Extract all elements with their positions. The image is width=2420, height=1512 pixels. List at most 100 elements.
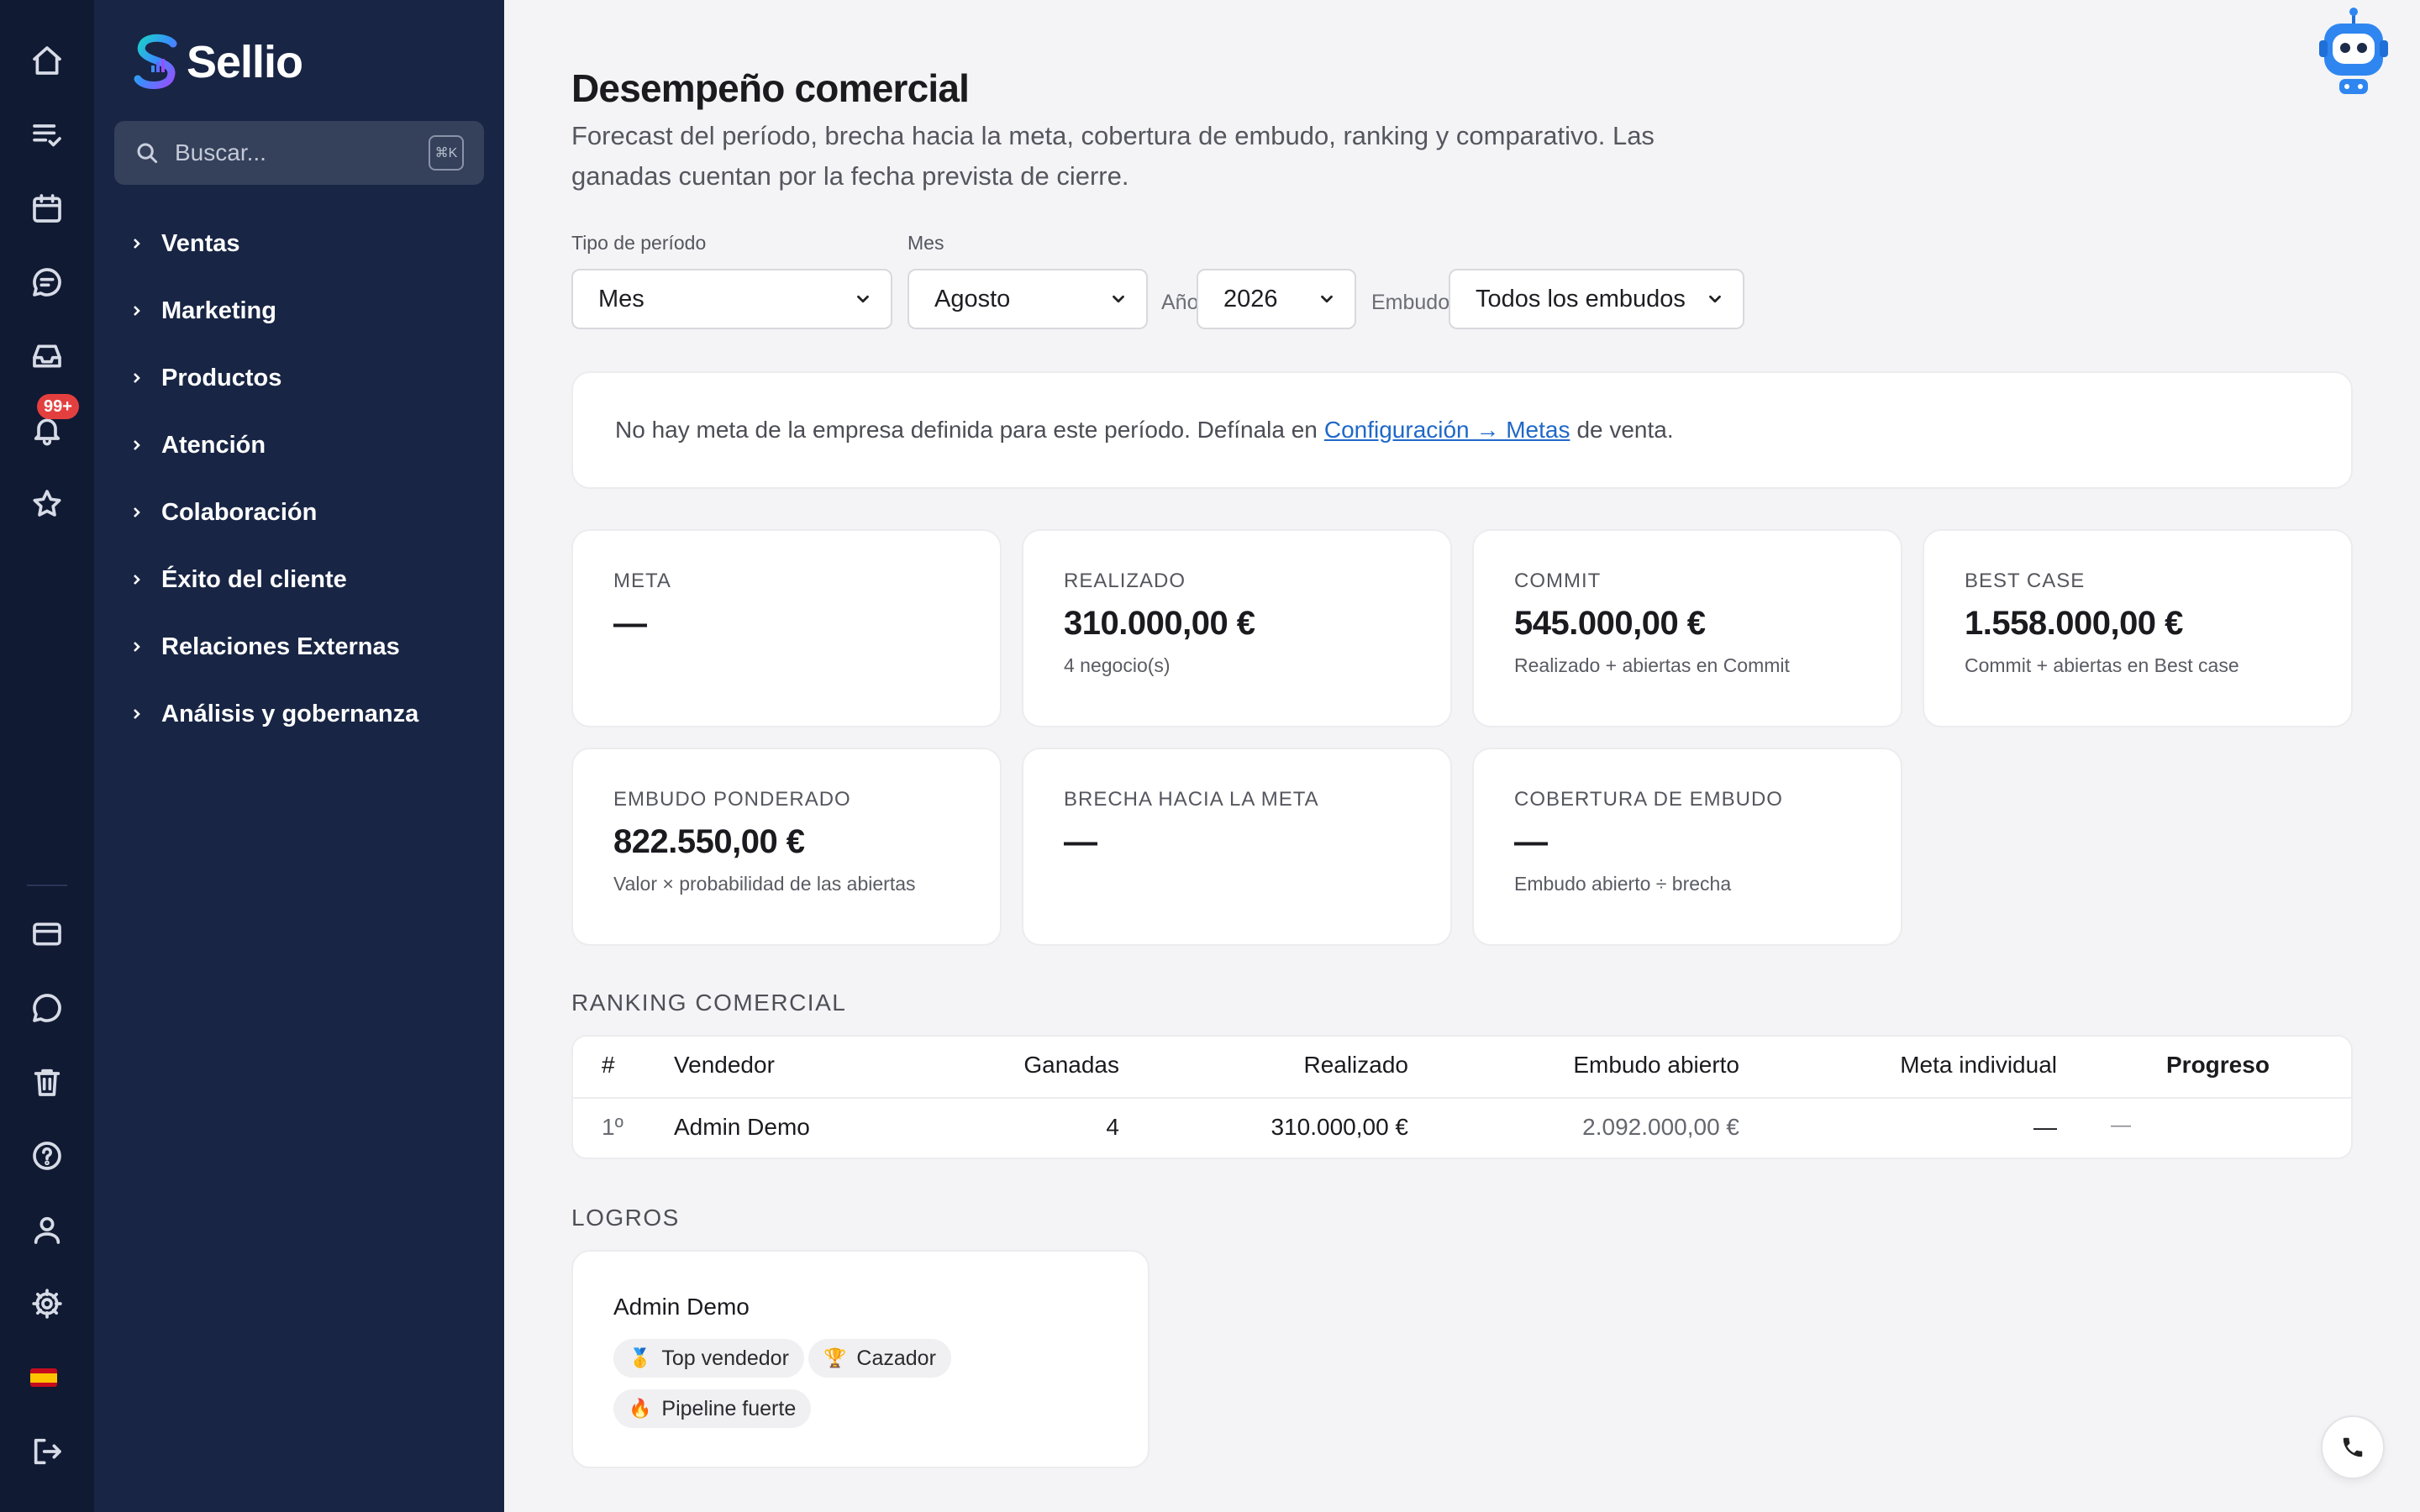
period-type-value: Mes bbox=[598, 285, 644, 312]
kpi-subtext: Realizado + abiertas en Commit bbox=[1514, 654, 1790, 676]
user-icon[interactable] bbox=[29, 1211, 66, 1248]
badge-pipeline-fuerte: 🔥 Pipeline fuerte bbox=[613, 1389, 812, 1428]
flag-es-icon[interactable] bbox=[30, 1368, 57, 1387]
chevron-down-icon bbox=[1113, 295, 1124, 303]
sidebar-item-exito-cliente[interactable]: Éxito del cliente bbox=[131, 546, 418, 613]
achievement-card: Admin Demo 🥇 Top vendedor 🏆 Cazador 🔥 Pi… bbox=[571, 1250, 1150, 1468]
assistant-bot-icon[interactable] bbox=[2316, 7, 2391, 97]
sidebar-item-productos[interactable]: Productos bbox=[131, 344, 418, 412]
page-title: Desempeño comercial bbox=[571, 66, 970, 110]
sidebar-item-label: Productos bbox=[161, 364, 282, 391]
kpi-subtext: Valor × probabilidad de las abiertas bbox=[613, 873, 916, 895]
sidebar-item-relaciones-externas[interactable]: Relaciones Externas bbox=[131, 613, 418, 680]
chevron-down-icon bbox=[1321, 295, 1333, 303]
trash-icon[interactable] bbox=[29, 1063, 66, 1100]
year-select[interactable]: 2026 bbox=[1197, 269, 1356, 329]
column-header-won[interactable]: Ganadas bbox=[1023, 1052, 1119, 1079]
kpi-label: META bbox=[613, 570, 671, 592]
column-header-rank[interactable]: # bbox=[602, 1052, 615, 1079]
sidebar-item-label: Éxito del cliente bbox=[161, 565, 347, 593]
sidebar-item-analisis-gobernanza[interactable]: Análisis y gobernanza bbox=[131, 680, 418, 748]
period-type-select[interactable]: Mes bbox=[571, 269, 892, 329]
settings-icon[interactable] bbox=[29, 1285, 66, 1322]
card-icon[interactable] bbox=[29, 916, 66, 953]
kpi-value: 1.558.000,00 € bbox=[1965, 605, 2183, 642]
sidebar-nav: Ventas Marketing Productos Atención Cola… bbox=[131, 210, 418, 748]
help-icon[interactable] bbox=[29, 1137, 66, 1174]
home-icon[interactable] bbox=[29, 42, 66, 79]
kpi-card-commit: COMMIT 545.000,00 € Realizado + abiertas… bbox=[1472, 529, 1902, 727]
column-header-individual-goal[interactable]: Meta individual bbox=[1900, 1052, 2057, 1079]
funnel-value: Todos los embudos bbox=[1476, 285, 1686, 312]
sidebar-item-marketing[interactable]: Marketing bbox=[131, 277, 418, 344]
chevron-right-icon bbox=[131, 507, 143, 518]
logo-mark-icon bbox=[134, 34, 177, 89]
sidebar-item-atencion[interactable]: Atención bbox=[131, 412, 418, 479]
kpi-subtext: 4 negocio(s) bbox=[1064, 654, 1171, 676]
month-select[interactable]: Agosto bbox=[908, 269, 1148, 329]
star-icon[interactable] bbox=[29, 486, 66, 522]
kpi-card-best-case: BEST CASE 1.558.000,00 € Commit + abiert… bbox=[1923, 529, 2353, 727]
inbox-icon[interactable] bbox=[29, 338, 66, 375]
app-logo[interactable]: Sellio bbox=[131, 32, 303, 92]
medal-icon: 🥇 bbox=[629, 1347, 652, 1368]
sidebar-search[interactable]: Buscar... ⌘K bbox=[114, 121, 484, 185]
kpi-value: 822.550,00 € bbox=[613, 823, 805, 860]
settings-goals-link[interactable]: Configuración → Metas bbox=[1324, 417, 1570, 444]
chevron-right-icon bbox=[131, 708, 143, 720]
chevron-right-icon bbox=[131, 238, 143, 249]
kpi-label: BEST CASE bbox=[1965, 570, 2086, 592]
sidebar-item-colaboracion[interactable]: Colaboración bbox=[131, 479, 418, 546]
column-header-achieved[interactable]: Realizado bbox=[1303, 1052, 1408, 1079]
search-shortcut-hint: ⌘K bbox=[429, 135, 464, 171]
sidebar-item-label: Marketing bbox=[161, 297, 276, 324]
table-divider bbox=[573, 1097, 2351, 1099]
message-icon[interactable] bbox=[29, 990, 66, 1026]
period-type-label: Tipo de período bbox=[571, 232, 707, 254]
kpi-label: BRECHA HACIA LA META bbox=[1064, 788, 1319, 811]
column-header-open-funnel[interactable]: Embudo abierto bbox=[1573, 1052, 1739, 1079]
notice-text-end: de venta. bbox=[1576, 417, 1674, 443]
cell-progress: — bbox=[2111, 1114, 2131, 1137]
chevron-down-icon bbox=[1709, 295, 1721, 303]
ranking-table: # Vendedor Ganadas Realizado Embudo abie… bbox=[571, 1035, 2353, 1159]
kpi-value: — bbox=[1064, 823, 1097, 860]
column-header-seller[interactable]: Vendedor bbox=[674, 1052, 775, 1079]
calendar-icon[interactable] bbox=[29, 190, 66, 227]
search-icon bbox=[137, 143, 158, 164]
phone-call-button[interactable] bbox=[2321, 1415, 2385, 1479]
chat-icon[interactable] bbox=[29, 264, 66, 301]
funnel-select[interactable]: Todos los embudos bbox=[1449, 269, 1744, 329]
achievement-user: Admin Demo bbox=[613, 1294, 750, 1320]
chevron-right-icon bbox=[131, 439, 143, 451]
logout-icon[interactable] bbox=[29, 1433, 66, 1470]
trophy-icon: 🏆 bbox=[823, 1347, 847, 1368]
column-header-progress[interactable]: Progreso bbox=[2166, 1052, 2270, 1079]
kpi-label: COBERTURA DE EMBUDO bbox=[1514, 788, 1783, 811]
sidebar-item-label: Ventas bbox=[161, 229, 240, 257]
chevron-right-icon bbox=[131, 305, 143, 317]
month-value: Agosto bbox=[934, 285, 1011, 312]
achievements-title: LOGROS bbox=[571, 1205, 680, 1231]
cell-seller[interactable]: Admin Demo bbox=[674, 1114, 810, 1141]
badge-label: Top vendedor bbox=[661, 1346, 789, 1370]
tasks-icon[interactable] bbox=[29, 116, 66, 153]
sidebar-item-ventas[interactable]: Ventas bbox=[131, 210, 418, 277]
page-subtitle: Forecast del período, brecha hacia la me… bbox=[571, 121, 1655, 191]
kpi-value: — bbox=[1514, 823, 1548, 860]
kpi-value: — bbox=[613, 605, 647, 642]
badge-label: Cazador bbox=[856, 1346, 936, 1370]
kpi-label: REALIZADO bbox=[1064, 570, 1186, 592]
kpi-value: 310.000,00 € bbox=[1064, 605, 1255, 642]
rail-divider bbox=[27, 885, 67, 886]
sidebar: Sellio Buscar... ⌘K Ventas Marketing Pro… bbox=[94, 0, 504, 1512]
kpi-subtext: Embudo abierto ÷ brecha bbox=[1514, 873, 1732, 895]
sidebar-item-label: Análisis y gobernanza bbox=[161, 700, 419, 727]
chevron-down-icon bbox=[857, 295, 869, 303]
year-label: Año bbox=[1161, 291, 1199, 314]
kpi-card-embudo-ponderado: EMBUDO PONDERADO 822.550,00 € Valor × pr… bbox=[571, 748, 1002, 946]
cell-individual-goal: — bbox=[2033, 1114, 2057, 1140]
kpi-card-cobertura: COBERTURA DE EMBUDO — Embudo abierto ÷ b… bbox=[1472, 748, 1902, 946]
badge-cazador: 🏆 Cazador bbox=[808, 1339, 951, 1378]
search-input[interactable]: Buscar... bbox=[175, 139, 429, 166]
